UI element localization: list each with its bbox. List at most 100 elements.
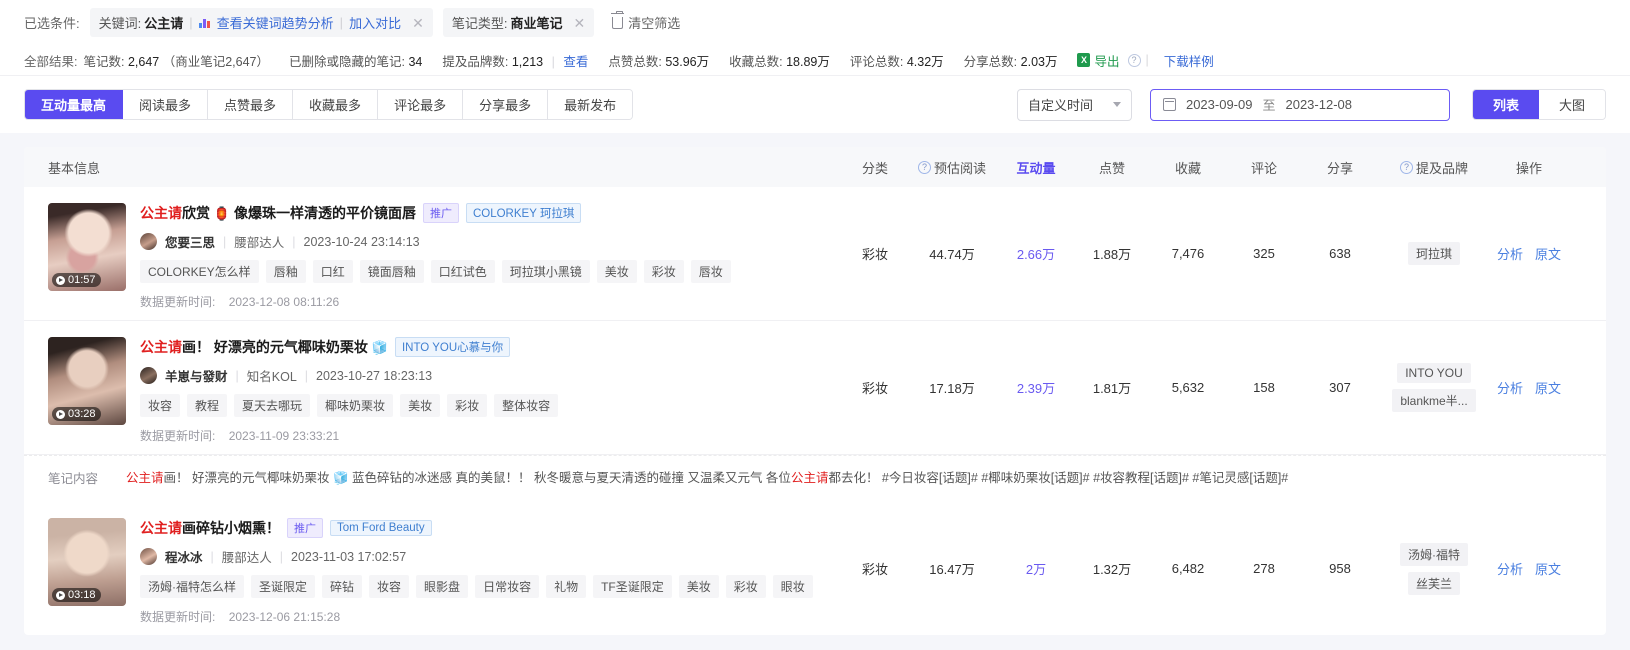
avatar[interactable] (140, 233, 157, 250)
remove-note-type-filter-icon[interactable]: ✕ (573, 16, 585, 30)
note-tag[interactable]: 整体妆容 (494, 394, 559, 417)
note-tag[interactable]: COLORKEY怎么样 (140, 260, 259, 283)
note-info: 公主请画！ 好漂亮的元气椰味奶栗妆 🧊 INTO YOU心慕与你 羊崽与發财 |… (140, 337, 832, 444)
original-link[interactable]: 原文 (1535, 559, 1561, 578)
note-thumbnail[interactable]: 03:18 (48, 518, 126, 606)
chip-divider: | (189, 15, 193, 30)
header-likes[interactable]: 点赞 (1074, 158, 1150, 177)
sort-tab-interaction[interactable]: 互动量最高 (25, 90, 124, 119)
date-range-picker[interactable]: 2023-09-09 至 2023-12-08 (1149, 88, 1450, 121)
remove-keyword-filter-icon[interactable]: ✕ (412, 16, 424, 30)
note-tag[interactable]: 汤姆·福特怎么样 (140, 575, 244, 598)
sort-tab-reads[interactable]: 阅读最多 (123, 90, 209, 119)
original-link[interactable]: 原文 (1535, 378, 1561, 397)
sort-tab-newest[interactable]: 最新发布 (548, 90, 633, 119)
note-tag[interactable]: 美妆 (678, 575, 719, 598)
note-author[interactable]: 程冰冰 (165, 547, 203, 566)
stat-brand-count-label: 提及品牌数: (442, 54, 509, 69)
note-title-rest: 画！ 好漂亮的元气椰味奶栗妆 (182, 338, 368, 355)
header-favorites[interactable]: 收藏 (1150, 158, 1226, 177)
header-interaction[interactable]: 互动量 (998, 158, 1074, 177)
note-tag[interactable]: 眼影盘 (416, 575, 469, 598)
est-read-help-icon[interactable]: ? (917, 160, 931, 174)
brands-help-icon[interactable]: ? (1399, 160, 1413, 174)
note-tag[interactable]: 夏天去哪玩 (234, 394, 311, 417)
note-title[interactable]: 公主请画碎钻小烟熏！ (140, 519, 280, 537)
export-button[interactable]: X 导出 (1077, 51, 1120, 70)
analyze-link[interactable]: 分析 (1497, 559, 1523, 578)
note-tag[interactable]: 椰味奶栗妆 (317, 394, 394, 417)
date-range-end[interactable]: 2023-12-08 (1285, 97, 1352, 112)
export-help-icon[interactable]: ? (1127, 53, 1141, 67)
note-tag[interactable]: 美妆 (596, 260, 637, 283)
sort-tab-shares[interactable]: 分享最多 (463, 90, 549, 119)
date-range-start[interactable]: 2023-09-09 (1186, 97, 1253, 112)
meta-divider: | (210, 549, 214, 564)
note-title-line: 公主请画！ 好漂亮的元气椰味奶栗妆 🧊 INTO YOU心慕与你 (140, 337, 832, 357)
time-range-select[interactable]: 自定义时间 (1016, 88, 1132, 121)
avatar[interactable] (140, 367, 157, 384)
note-tag[interactable]: 唇妆 (690, 260, 731, 283)
action-links: 分析 原文 (1497, 378, 1561, 397)
header-brands[interactable]: ? 提及品牌 (1378, 158, 1490, 177)
note-tag[interactable]: 彩妆 (643, 260, 684, 283)
original-link[interactable]: 原文 (1535, 244, 1561, 263)
note-tag[interactable]: 妆容 (140, 394, 181, 417)
note-tag[interactable]: 美妆 (400, 394, 441, 417)
avatar[interactable] (140, 548, 157, 565)
analyze-link[interactable]: 分析 (1497, 244, 1523, 263)
note-author[interactable]: 您要三思 (165, 232, 215, 251)
header-comments[interactable]: 评论 (1226, 158, 1302, 177)
view-brands-link[interactable]: 查看 (563, 55, 588, 69)
sort-tab-comments[interactable]: 评论最多 (378, 90, 464, 119)
add-to-compare-link[interactable]: 加入对比 (349, 13, 401, 32)
note-tag[interactable]: 礼物 (546, 575, 587, 598)
header-category[interactable]: 分类 (844, 158, 906, 177)
note-thumbnail[interactable]: 01:57 (48, 203, 126, 291)
brand-pill: 汤姆·福特 (1400, 542, 1468, 566)
brand-badge[interactable]: Tom Ford Beauty (330, 520, 432, 536)
note-tag[interactable]: 口红 (312, 260, 353, 283)
cell-brands: INTO YOU blankme半... (1378, 321, 1490, 454)
view-mode-list[interactable]: 列表 (1472, 90, 1539, 119)
download-sample-link[interactable]: 下载样例 (1164, 51, 1214, 70)
note-tag[interactable]: 珂拉琪小黑镜 (501, 260, 590, 283)
analyze-link[interactable]: 分析 (1497, 378, 1523, 397)
note-updated-label: 数据更新时间: (140, 429, 216, 443)
note-published-time: 2023-10-27 18:23:13 (316, 368, 433, 383)
brand-badge[interactable]: COLORKEY 珂拉琪 (465, 203, 582, 223)
note-thumbnail[interactable]: 03:28 (48, 337, 126, 425)
view-mode-grid[interactable]: 大图 (1538, 90, 1605, 119)
filter-chip-keyword[interactable]: 关键词: 公主请 | 查看关键词趋势分析 | 加入对比 ✕ (89, 8, 433, 37)
note-tag[interactable]: 妆容 (369, 575, 410, 598)
note-tag[interactable]: 口红试色 (430, 260, 495, 283)
note-author[interactable]: 羊崽与發财 (165, 366, 228, 385)
note-tag[interactable]: 碎钻 (322, 575, 363, 598)
brand-pill-group: INTO YOU blankme半... (1392, 363, 1476, 412)
content-part: 🧊 (332, 471, 349, 485)
header-shares[interactable]: 分享 (1302, 158, 1378, 177)
note-title[interactable]: 公主请欣赏 🏮 像爆珠一样清透的平价镜面唇 (140, 204, 416, 223)
stat-note-count-value: 2,647 (127, 54, 160, 69)
sort-tab-likes[interactable]: 点赞最多 (208, 90, 294, 119)
note-tag[interactable]: TF圣诞限定 (593, 575, 672, 598)
note-updated-value: 2023-12-08 08:11:26 (228, 295, 340, 309)
note-content-strip: 笔记内容 公主请画！ 好漂亮的元气椰味奶栗妆 🧊 蓝色碎钻的冰迷感 真的美鼠！！… (24, 455, 1606, 502)
sort-tab-favorites[interactable]: 收藏最多 (293, 90, 379, 119)
filter-chip-note-type[interactable]: 笔记类型: 商业笔记 ✕ (442, 8, 595, 37)
note-tag[interactable]: 圣诞限定 (251, 575, 316, 598)
note-tag[interactable]: 彩妆 (725, 575, 766, 598)
view-keyword-trend-link[interactable]: 查看关键词趋势分析 (217, 13, 334, 32)
note-tag[interactable]: 眼妆 (772, 575, 813, 598)
note-title[interactable]: 公主请画！ 好漂亮的元气椰味奶栗妆 🧊 (140, 338, 388, 357)
clear-filters-button[interactable]: 清空筛选 (611, 10, 680, 32)
note-tag[interactable]: 镜面唇釉 (359, 260, 424, 283)
note-tag[interactable]: 日常妆容 (475, 575, 540, 598)
note-tag[interactable]: 唇釉 (265, 260, 306, 283)
note-tag[interactable]: 彩妆 (447, 394, 488, 417)
brand-badge[interactable]: INTO YOU心慕与你 (394, 337, 511, 357)
note-info: 公主请欣赏 🏮 像爆珠一样清透的平价镜面唇 推广 COLORKEY 珂拉琪 您要… (140, 203, 832, 310)
header-est-read[interactable]: ? 预估阅读 (906, 158, 998, 177)
note-tag[interactable]: 教程 (187, 394, 228, 417)
cell-favorites: 7,476 (1171, 246, 1205, 261)
